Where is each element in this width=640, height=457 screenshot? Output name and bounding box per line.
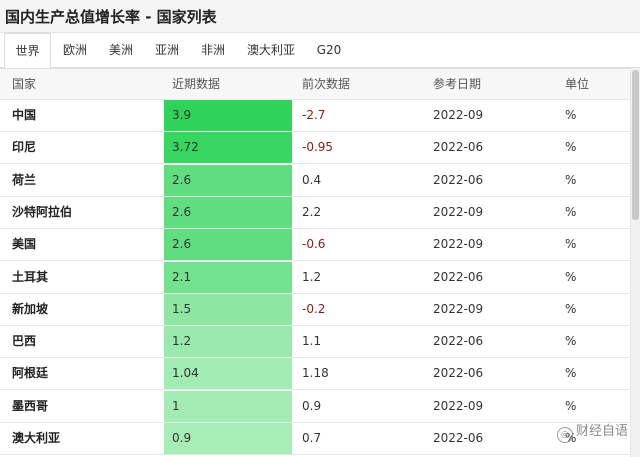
recent-value-cell: 2.1 bbox=[164, 261, 292, 293]
table-row[interactable]: 墨西哥 1 0.9 2022-09% bbox=[0, 390, 630, 423]
previous-value-cell: 0.9 bbox=[302, 398, 322, 413]
reference-date-cell: 2022-09 bbox=[433, 237, 484, 252]
previous-value-cell: -2.7 bbox=[302, 108, 326, 122]
column-header-unit[interactable]: 单位 bbox=[557, 69, 630, 100]
recent-value-cell: 3.72 bbox=[164, 132, 292, 164]
column-header-country[interactable]: 国家 bbox=[0, 69, 164, 100]
country-table: 国家 近期数据 前次数据 参考日期 单位 中国 3.9 -2.7 2022-09% 印尼… bbox=[0, 68, 640, 457]
watermark-text: 财经自语 bbox=[575, 424, 628, 439]
previous-value-cell: -0.6 bbox=[302, 237, 326, 252]
country-cell: 巴西 bbox=[12, 334, 37, 349]
page-title: 国内生产总值增长率 - 国家列表 bbox=[5, 8, 217, 26]
reference-date-cell: 2022-06 bbox=[433, 431, 484, 445]
table-row[interactable]: 沙特阿拉伯 2.6 2.2 2022-09% bbox=[0, 196, 630, 229]
reference-date-cell: 2022-06 bbox=[433, 172, 484, 187]
title-bar: 国内生产总值增长率 - 国家列表 bbox=[0, 0, 640, 33]
reference-date-cell: 2022-06 bbox=[433, 269, 484, 284]
country-cell: 新加坡 bbox=[12, 301, 49, 316]
table-row[interactable]: 土耳其 2.1 1.2 2022-06% bbox=[0, 261, 630, 294]
recent-value-cell: 1.2 bbox=[164, 326, 292, 358]
recent-value-cell: 3.9 bbox=[164, 100, 292, 131]
country-cell: 阿根廷 bbox=[12, 366, 49, 381]
table-header-row: 国家 近期数据 前次数据 参考日期 单位 bbox=[0, 68, 630, 100]
country-cell: 土耳其 bbox=[12, 269, 49, 284]
country-cell: 印尼 bbox=[12, 140, 37, 155]
scrollbar-thumb[interactable] bbox=[632, 70, 639, 220]
recent-value-cell: 2.6 bbox=[164, 196, 292, 228]
tab-australia[interactable]: 澳大利亚 bbox=[237, 33, 305, 68]
tab-world[interactable]: 世界 bbox=[4, 33, 51, 69]
previous-value-cell: 1.18 bbox=[302, 366, 329, 381]
table-row[interactable]: 澳大利亚 0.9 0.7 2022-06% bbox=[0, 423, 630, 455]
unit-cell: % bbox=[565, 301, 577, 316]
reference-date-cell: 2022-06 bbox=[433, 366, 484, 381]
reference-date-cell: 2022-09 bbox=[433, 204, 484, 219]
recent-value-cell: 2.6 bbox=[164, 229, 292, 261]
unit-cell: % bbox=[565, 398, 577, 413]
previous-value-cell: -0.95 bbox=[302, 140, 334, 155]
previous-value-cell: 1.2 bbox=[302, 269, 322, 284]
recent-value-cell: 1.5 bbox=[164, 293, 292, 325]
previous-value-cell: 1.1 bbox=[302, 334, 322, 349]
column-header-previous[interactable]: 前次数据 bbox=[292, 69, 425, 100]
weibo-icon: ◎ bbox=[556, 427, 573, 443]
unit-cell: % bbox=[565, 269, 577, 284]
reference-date-cell: 2022-09 bbox=[433, 301, 484, 316]
vertical-scrollbar[interactable] bbox=[630, 68, 640, 457]
unit-cell: % bbox=[565, 334, 577, 349]
table-row[interactable]: 印尼 3.72 -0.95 2022-06% bbox=[0, 132, 630, 165]
table-row[interactable]: 美国 2.6 -0.6 2022-09% bbox=[0, 229, 630, 262]
recent-value-cell: 1 bbox=[164, 390, 292, 422]
reference-date-cell: 2022-09 bbox=[433, 398, 484, 413]
country-cell: 荷兰 bbox=[12, 172, 37, 187]
reference-date-cell: 2022-06 bbox=[433, 334, 484, 349]
country-cell: 沙特阿拉伯 bbox=[12, 204, 73, 219]
tab-americas[interactable]: 美洲 bbox=[99, 33, 143, 68]
column-header-date[interactable]: 参考日期 bbox=[425, 69, 557, 100]
country-cell: 墨西哥 bbox=[12, 398, 49, 413]
tab-europe[interactable]: 欧洲 bbox=[53, 33, 97, 68]
unit-cell: % bbox=[565, 140, 577, 155]
country-cell: 美国 bbox=[12, 237, 37, 252]
unit-cell: % bbox=[565, 204, 577, 219]
tab-g20[interactable]: G20 bbox=[307, 33, 351, 68]
table-row[interactable]: 中国 3.9 -2.7 2022-09% bbox=[0, 100, 630, 132]
recent-value-cell: 1.04 bbox=[164, 358, 292, 390]
table-row[interactable]: 巴西 1.2 1.1 2022-06% bbox=[0, 326, 630, 359]
watermark: ◎ 财经自语 bbox=[556, 420, 628, 443]
table-row[interactable]: 新加坡 1.5 -0.2 2022-09% bbox=[0, 293, 630, 326]
tab-asia[interactable]: 亚洲 bbox=[145, 33, 189, 68]
unit-cell: % bbox=[565, 237, 577, 252]
tab-africa[interactable]: 非洲 bbox=[191, 33, 235, 68]
unit-cell: % bbox=[565, 172, 577, 187]
recent-value-cell: 2.6 bbox=[164, 164, 292, 196]
recent-value-cell: 0.9 bbox=[164, 423, 292, 454]
reference-date-cell: 2022-06 bbox=[433, 140, 484, 155]
table-row[interactable]: 荷兰 2.6 0.4 2022-06% bbox=[0, 164, 630, 197]
region-tab-bar: 世界 欧洲 美洲 亚洲 非洲 澳大利亚 G20 bbox=[0, 33, 640, 69]
unit-cell: % bbox=[565, 108, 577, 122]
country-cell: 澳大利亚 bbox=[12, 431, 61, 445]
previous-value-cell: -0.2 bbox=[302, 301, 326, 316]
column-header-recent[interactable]: 近期数据 bbox=[164, 69, 292, 100]
table-row[interactable]: 阿根廷 1.04 1.18 2022-06% bbox=[0, 358, 630, 391]
country-cell: 中国 bbox=[12, 108, 37, 122]
previous-value-cell: 0.4 bbox=[302, 172, 322, 187]
previous-value-cell: 0.7 bbox=[302, 431, 322, 445]
unit-cell: % bbox=[565, 366, 577, 381]
reference-date-cell: 2022-09 bbox=[433, 108, 484, 122]
previous-value-cell: 2.2 bbox=[302, 204, 322, 219]
